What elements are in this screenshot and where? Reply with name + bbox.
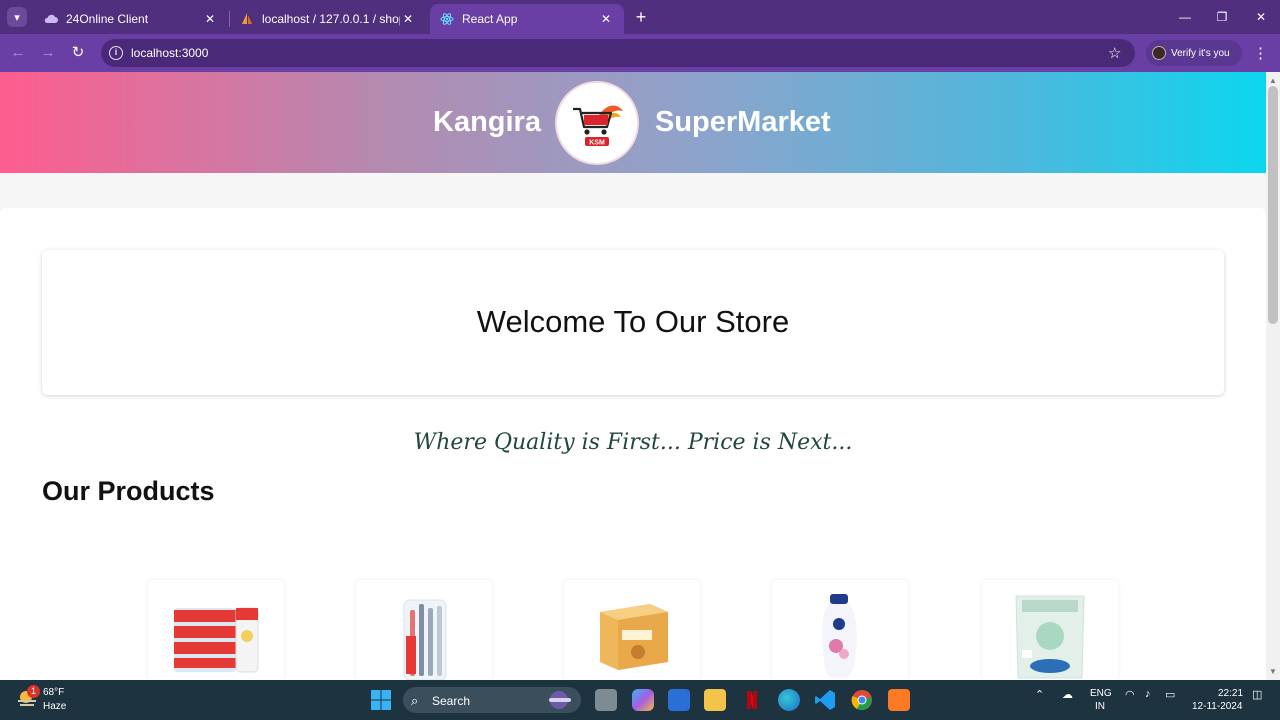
product-card[interactable] [982,580,1118,680]
store-logo[interactable]: KSM [555,81,639,165]
search-highlight-icon [549,691,571,709]
reload-icon[interactable]: ↻ [67,42,89,64]
tab-search-button[interactable]: ▾ [7,7,27,27]
cloud-icon [44,12,58,26]
edge-icon[interactable] [778,689,800,711]
tab-title: React App [462,12,518,26]
vscode-icon[interactable] [814,689,836,711]
wifi-icon[interactable]: ◠ [1125,688,1135,701]
store-tagline: Where Quality is First... Price is Next.… [413,430,853,455]
window-close-icon[interactable]: ✕ [1246,8,1276,26]
search-label: Search [432,694,471,708]
react-icon [440,12,454,26]
product-card[interactable] [148,580,284,680]
svg-text:KSM: KSM [589,140,605,147]
tab-title: 24Online Client [66,12,149,26]
onedrive-icon[interactable]: ☁ [1062,688,1073,701]
head-shoulders-shampoo-icon [822,594,857,678]
product-card[interactable] [772,580,908,680]
santoor-soap-box-icon [600,604,668,670]
brand-name-right: SuperMarket [655,106,831,138]
cart-logo-icon: KSM [573,105,623,147]
netflix-icon[interactable] [741,689,763,711]
kebab-menu-icon[interactable]: ⋮ [1253,44,1268,62]
search-icon: ⌕ [411,693,419,708]
volume-icon[interactable]: ♪ [1145,688,1151,700]
new-tab-button[interactable]: + [631,8,651,28]
close-icon[interactable]: ✕ [400,12,416,26]
avatar [1152,46,1166,60]
close-icon[interactable]: ✕ [598,12,614,26]
forward-icon[interactable]: → [37,42,59,64]
notification-badge: 1 [27,685,40,698]
chevron-up-icon[interactable]: ⌃ [1035,688,1044,701]
url-text[interactable]: localhost:3000 [131,46,208,60]
xampp-icon[interactable] [888,689,910,711]
region-indicator[interactable]: IN [1095,701,1105,712]
bookmark-star-icon[interactable]: ☆ [1108,44,1121,62]
sailboat-icon [240,12,254,26]
tab-react-app[interactable]: React App ✕ [430,4,624,34]
battery-icon[interactable]: ▭ [1165,688,1175,701]
verify-label: Verify it's you [1171,47,1230,59]
tab-24online[interactable]: 24Online Client ✕ [34,4,228,34]
microsoft-store-icon[interactable] [668,689,690,711]
clock-date[interactable]: 12-11-2024 [1192,701,1242,712]
product-card[interactable] [564,580,700,680]
tab-phpmyadmin[interactable]: localhost / 127.0.0.1 / shop / or ✕ [230,4,426,34]
task-view-icon[interactable] [595,689,617,711]
weather-condition[interactable]: Haze [43,701,66,712]
copilot-icon[interactable] [632,689,654,711]
scroll-down-icon[interactable]: ▼ [1266,665,1280,679]
welcome-heading: Welcome To Our Store [476,304,790,339]
clock-time[interactable]: 22:21 [1218,688,1243,699]
weather-temperature[interactable]: 68°F [43,687,64,698]
minimize-icon[interactable]: — [1170,8,1200,26]
close-icon[interactable]: ✕ [202,12,218,26]
products-heading: Our Products [42,476,215,506]
ariel-detergent-pack-icon [1015,595,1085,679]
tab-title: localhost / 127.0.0.1 / shop / or [262,12,400,26]
language-indicator[interactable]: ENG [1090,688,1112,699]
product-card[interactable] [356,580,492,681]
notification-bell-icon[interactable]: ◫ [1252,688,1262,701]
profile-button[interactable]: Verify it's you [1146,40,1242,66]
colgate-toothpaste-pack-icon [174,607,259,673]
restore-icon[interactable]: ❐ [1207,8,1237,26]
back-icon[interactable]: ← [7,42,29,64]
windows-start-icon[interactable] [370,689,392,711]
address-bar[interactable] [101,39,1135,67]
taskbar-search-box[interactable] [403,687,581,713]
file-explorer-icon[interactable] [704,689,726,711]
info-icon[interactable]: i [109,46,123,60]
chrome-icon[interactable] [851,689,873,711]
brand-name-left: Kangira [433,106,541,138]
scrollbar-thumb[interactable] [1268,86,1278,324]
colgate-toothbrush-pack-icon [403,599,447,681]
